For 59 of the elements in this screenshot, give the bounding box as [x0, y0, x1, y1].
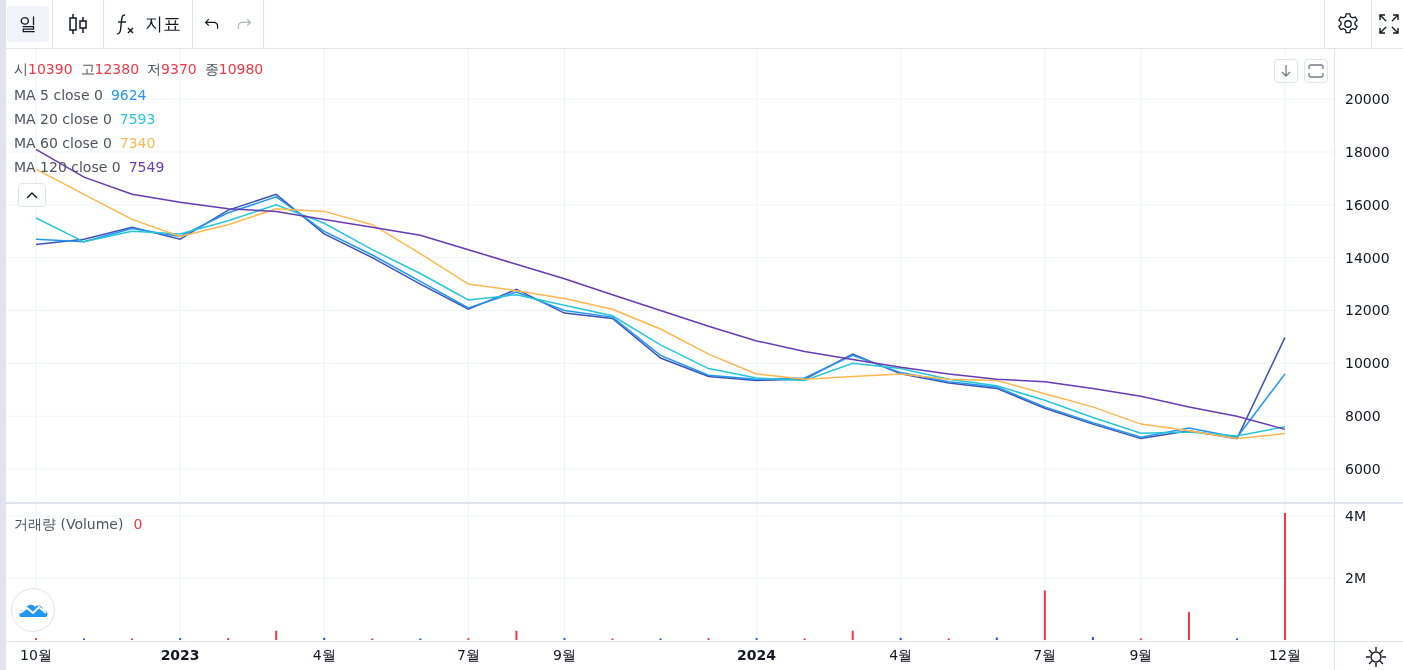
volume-bar	[323, 637, 326, 640]
indicator-value: 0	[133, 516, 143, 534]
price-axis-label: 10000	[1345, 355, 1390, 372]
price-axis-label: 12000	[1345, 302, 1390, 319]
auto-fit-button[interactable]	[1304, 59, 1328, 83]
time-axis-label: 7월	[1033, 647, 1057, 665]
time-axis-label: 10월	[20, 647, 52, 665]
time-axis-label: 2023	[160, 647, 200, 663]
candlestick-icon	[68, 12, 88, 36]
volume-bar	[995, 637, 998, 640]
volume-bar	[1091, 636, 1094, 640]
time-axis-label: 9월	[553, 647, 576, 665]
indicator-name: MA 120 close 0	[14, 159, 121, 175]
ohlc-label: 종	[204, 61, 219, 77]
ohlc-value: 10390	[28, 61, 73, 77]
fullscreen-icon	[1378, 13, 1400, 35]
indicator-value: 7549	[128, 159, 165, 175]
indicators-button[interactable]: 지표	[107, 6, 189, 42]
indicator-value: 7593	[119, 111, 156, 127]
arrow-down-icon	[1279, 64, 1293, 78]
cloud-logo-icon[interactable]	[11, 588, 55, 632]
indicator-value: 7340	[119, 135, 156, 151]
ohlc-label: 시	[14, 61, 28, 77]
price-axis-label: 6000	[1345, 460, 1381, 477]
volume-axis-label: 2M	[1345, 570, 1366, 587]
ohlc-value: 12380	[94, 61, 140, 77]
time-axis-label: 7월	[456, 647, 480, 665]
ohlc-value: 10980	[218, 61, 264, 77]
indicator-name: 거래량 (Volume)	[14, 516, 124, 534]
time-axis-label: 9월	[1129, 647, 1153, 665]
volume-bar	[1187, 612, 1190, 640]
frame-icon	[1308, 64, 1324, 78]
price-axis-label: 20000	[1345, 91, 1390, 108]
volume-bar	[851, 630, 854, 640]
price-axis-label: 18000	[1345, 144, 1390, 160]
volume-axis-label: 4M	[1345, 508, 1366, 525]
ohlc-label: 고	[80, 61, 95, 77]
ohlc-label: 저	[147, 61, 162, 77]
price-axis-label: 14000	[1345, 249, 1390, 266]
scroll-to-latest-button[interactable]	[1274, 59, 1298, 83]
collapse-button[interactable]	[18, 183, 46, 207]
volume-bar	[515, 630, 518, 640]
indicator-name: MA 60 close 0	[14, 135, 112, 151]
volume-bar	[1043, 590, 1046, 640]
indicator-name: MA 20 close 0	[14, 111, 112, 127]
indicator-name: MA 5 close 0	[14, 87, 103, 103]
time-axis-label: 2024	[737, 647, 777, 663]
price-axis-label: 8000	[1345, 408, 1381, 425]
ohlc-value: 9370	[161, 61, 197, 77]
time-axis-label: 4월	[312, 647, 336, 665]
interval-button[interactable]: 일	[7, 6, 49, 42]
time-axis-label: 4월	[889, 647, 913, 665]
time-axis-label: 12월	[1269, 647, 1301, 665]
sun-icon[interactable]	[1365, 646, 1387, 668]
chevron-up-icon	[26, 191, 38, 199]
indicator-value: 9624	[110, 87, 147, 103]
volume-bar	[899, 637, 902, 640]
volume-bar	[275, 630, 278, 640]
price-axis-label: 16000	[1345, 196, 1390, 213]
